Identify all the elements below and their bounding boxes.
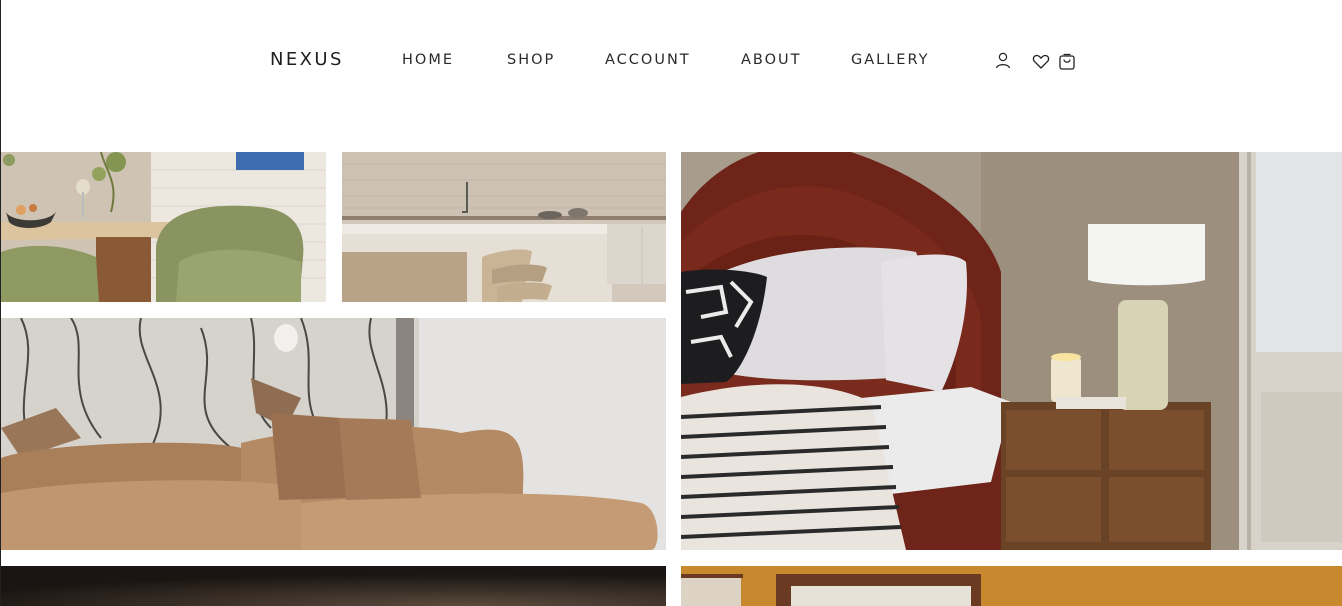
bag-icon[interactable] (1057, 50, 1077, 72)
user-icon[interactable] (993, 50, 1013, 72)
site-header: NEXUS HOME SHOP ACCOUNT ABOUT GALLERY (1, 0, 1342, 122)
nav-about[interactable]: ABOUT (741, 52, 802, 68)
kitchen-photo[interactable] (342, 152, 666, 302)
nav-home[interactable]: HOME (402, 52, 454, 68)
heart-icon[interactable] (1031, 50, 1051, 72)
bedroom-photo[interactable] (681, 152, 1342, 550)
living-room-sofa-photo[interactable] (1, 318, 666, 550)
nav-gallery[interactable]: GALLERY (851, 52, 929, 68)
framed-art-photo[interactable] (681, 566, 1342, 606)
dining-room-photo[interactable] (1, 152, 326, 302)
nav-account[interactable]: ACCOUNT (605, 52, 691, 68)
dark-interior-photo[interactable] (1, 566, 666, 606)
site-logo[interactable]: NEXUS (270, 49, 344, 70)
nav-shop[interactable]: SHOP (507, 52, 555, 68)
